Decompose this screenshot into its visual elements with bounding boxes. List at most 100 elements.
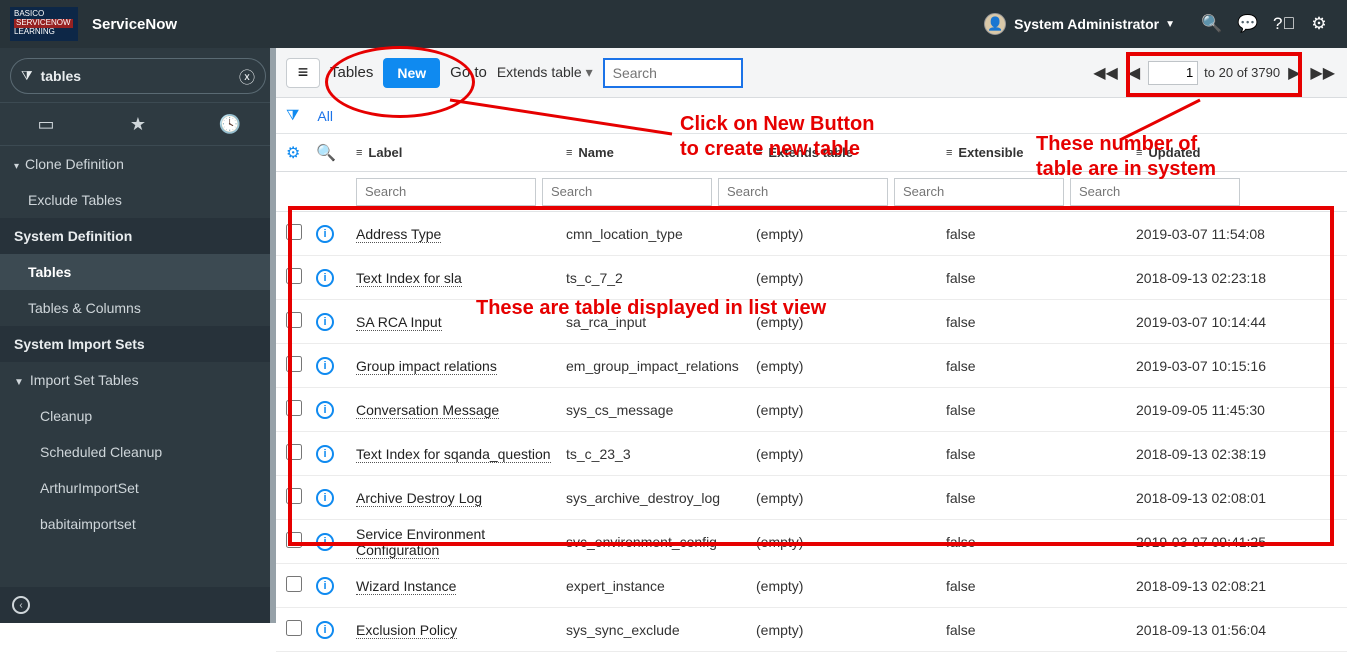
user-menu-caret-icon[interactable]: ▼ (1165, 19, 1175, 30)
nav-item[interactable]: ▾Clone Definition (0, 146, 276, 182)
nav-history-icon[interactable]: 🕓 (184, 103, 276, 145)
row-checkbox[interactable] (286, 444, 302, 460)
list-menu-button[interactable]: ≡ (286, 58, 320, 88)
col-label[interactable]: ≡Label (356, 145, 566, 160)
search-updated-input[interactable] (1070, 178, 1240, 206)
nav-favorites-icon[interactable]: ★ (92, 103, 184, 145)
info-icon[interactable]: i (316, 488, 356, 507)
row-checkbox[interactable] (286, 224, 302, 240)
info-icon[interactable]: i (316, 224, 356, 243)
row-extends: (empty) (756, 578, 946, 594)
top-banner: BASICO SERVICENOW LEARNING ServiceNow 👤 … (0, 0, 1347, 48)
column-search-toggle-icon[interactable]: 🔍 (316, 143, 356, 163)
personalize-list-icon[interactable]: ⚙ (286, 143, 316, 163)
nav-item[interactable]: System Definition (0, 218, 276, 254)
row-extensible: false (946, 358, 1136, 374)
info-icon[interactable]: i (316, 356, 356, 375)
row-label-link[interactable]: Conversation Message (356, 402, 499, 419)
filter-all-link[interactable]: All (317, 108, 333, 124)
info-icon[interactable]: i (316, 312, 356, 331)
nav-item[interactable]: Tables (0, 254, 276, 290)
col-extends[interactable]: ≡Extends table (756, 145, 946, 160)
clear-filter-icon[interactable]: ⓧ (239, 64, 255, 88)
row-label-link[interactable]: SA RCA Input (356, 314, 442, 331)
row-label-link[interactable]: Exclusion Policy (356, 622, 457, 639)
row-checkbox[interactable] (286, 268, 302, 284)
nav-filter-input[interactable]: ⧩ tables ⓧ (10, 58, 266, 94)
collapse-nav-icon[interactable]: ‹ (12, 596, 30, 614)
row-checkbox[interactable] (286, 576, 302, 592)
toolbar-search-input[interactable] (603, 58, 743, 88)
nav-all-icon[interactable]: ▭ (0, 103, 92, 145)
row-label-link[interactable]: Text Index for sla (356, 270, 462, 287)
info-icon[interactable]: i (316, 576, 356, 595)
row-checkbox[interactable] (286, 488, 302, 504)
table-row: iText Index for slats_c_7_2(empty)false2… (276, 256, 1347, 300)
info-icon[interactable]: i (316, 444, 356, 463)
row-name: expert_instance (566, 578, 756, 594)
search-extensible-input[interactable] (894, 178, 1064, 206)
nav-item[interactable]: System Import Sets (0, 326, 276, 362)
table-row: iAddress Typecmn_location_type(empty)fal… (276, 212, 1347, 256)
row-label-link[interactable]: Service Environment Configuration (356, 526, 485, 559)
column-header-row: ⚙ 🔍 ≡Label ≡Name ≡Extends table ≡Extensi… (276, 134, 1347, 172)
row-checkbox[interactable] (286, 400, 302, 416)
nav-item[interactable]: Scheduled Cleanup (0, 434, 276, 470)
avatar[interactable]: 👤 (984, 13, 1006, 35)
row-label-link[interactable]: Wizard Instance (356, 578, 456, 595)
next-page-icon[interactable]: ▶ (1286, 63, 1302, 83)
goto-field-select[interactable]: Extends table (497, 64, 593, 81)
search-name-input[interactable] (542, 178, 712, 206)
nav-item[interactable]: Tables & Columns (0, 290, 276, 326)
user-name[interactable]: System Administrator (1014, 16, 1159, 32)
info-icon[interactable]: i (316, 400, 356, 419)
row-extends: (empty) (756, 446, 946, 462)
list-toolbar: ≡ Tables New Go to Extends table ◀◀ ◀ to… (276, 48, 1347, 98)
row-updated: 2018-09-13 02:08:21 (1136, 578, 1347, 594)
col-name[interactable]: ≡Name (566, 145, 756, 160)
row-label-link[interactable]: Group impact relations (356, 358, 497, 375)
search-label-input[interactable] (356, 178, 536, 206)
row-extends: (empty) (756, 226, 946, 242)
nav-footer: ‹ (0, 587, 276, 623)
page-from-input[interactable] (1148, 61, 1198, 85)
first-page-icon[interactable]: ◀◀ (1091, 63, 1120, 83)
filter-icon: ⧩ (21, 68, 33, 84)
col-updated[interactable]: ≡Updated (1136, 145, 1347, 160)
prev-page-icon[interactable]: ◀ (1126, 63, 1142, 83)
nav-item[interactable]: Exclude Tables (0, 182, 276, 218)
chat-icon[interactable]: 💬 (1237, 14, 1257, 34)
search-extends-input[interactable] (718, 178, 888, 206)
row-extensible: false (946, 578, 1136, 594)
table-row: iWizard Instance expert_instance(empty)fa… (276, 564, 1347, 608)
row-checkbox[interactable] (286, 620, 302, 636)
nav-item[interactable]: babitaimportset (0, 506, 276, 542)
nav-item[interactable]: ▼Import Set Tables (0, 362, 276, 398)
main-content: ≡ Tables New Go to Extends table ◀◀ ◀ to… (276, 48, 1347, 623)
row-extensible: false (946, 622, 1136, 638)
gear-icon[interactable]: ⚙ (1309, 14, 1329, 34)
row-label-link[interactable]: Text Index for sqanda_question (356, 446, 551, 463)
info-icon[interactable]: i (316, 268, 356, 287)
col-extensible[interactable]: ≡Extensible (946, 145, 1136, 160)
search-icon[interactable]: 🔍 (1201, 14, 1221, 34)
nav-item[interactable]: Cleanup (0, 398, 276, 434)
table-row: iConversation Messagesys_cs_message(empt… (276, 388, 1347, 432)
row-checkbox[interactable] (286, 532, 302, 548)
row-extends: (empty) (756, 358, 946, 374)
info-icon[interactable]: i (316, 532, 356, 551)
row-label-link[interactable]: Address Type (356, 226, 441, 243)
help-icon[interactable]: ?⃝ (1273, 14, 1293, 34)
nav-item[interactable]: ArthurImportSet (0, 470, 276, 506)
last-page-icon[interactable]: ▶▶ (1308, 63, 1337, 83)
table-row: iService Environment Configurationsvc_en… (276, 520, 1347, 564)
filter-breadcrumb: ⧩ All (276, 98, 1347, 134)
table-row: iArchive Destroy Logsys_archive_destroy_… (276, 476, 1347, 520)
new-button[interactable]: New (383, 58, 440, 88)
filter-funnel-icon[interactable]: ⧩ (286, 107, 299, 124)
row-label-link[interactable]: Archive Destroy Log (356, 490, 482, 507)
row-checkbox[interactable] (286, 312, 302, 328)
row-checkbox[interactable] (286, 356, 302, 372)
goto-label: Go to (450, 64, 487, 81)
row-updated: 2019-03-07 09:41:25 (1136, 534, 1347, 550)
